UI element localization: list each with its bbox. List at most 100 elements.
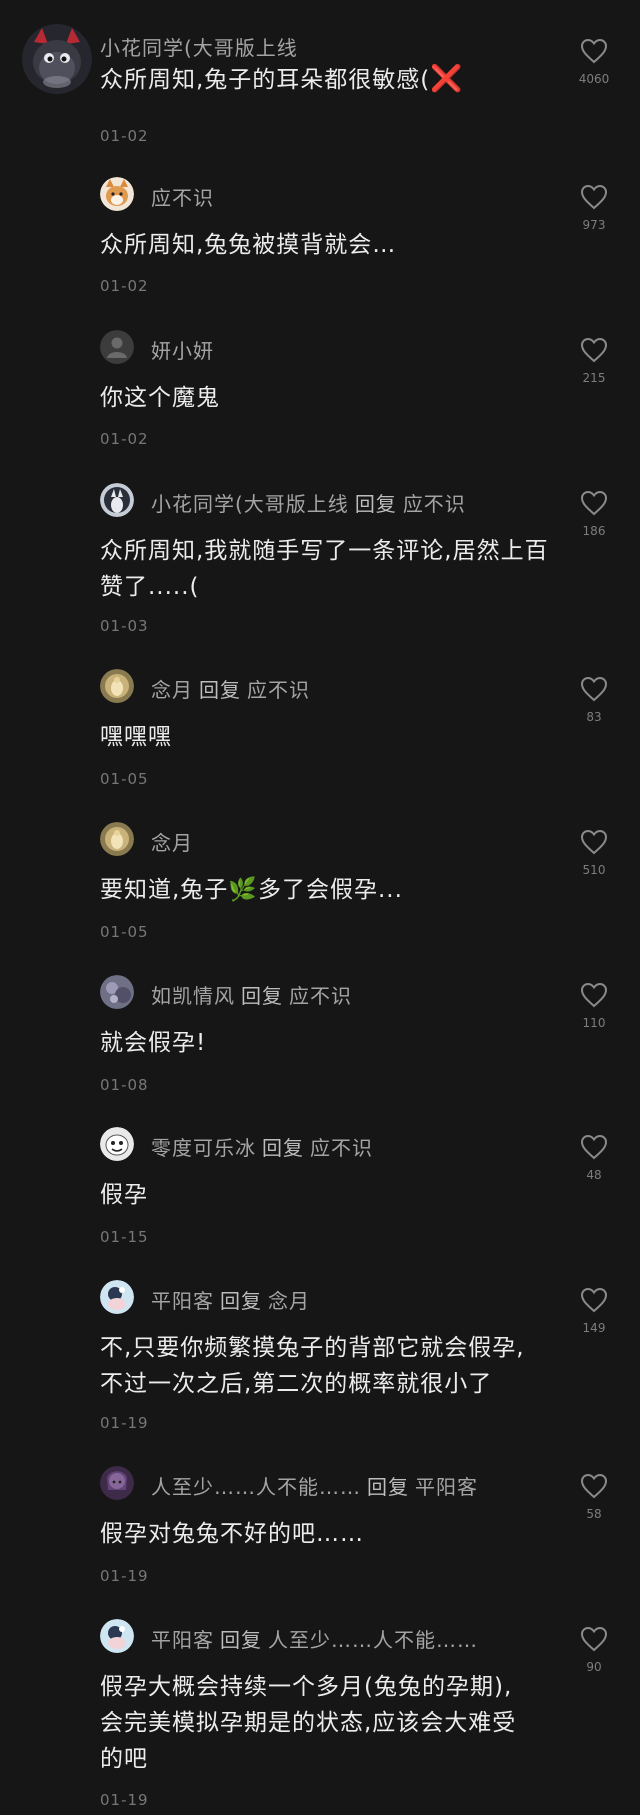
heart-outline-icon[interactable]	[580, 982, 608, 1008]
avatar[interactable]	[100, 1280, 134, 1314]
comment-text: 你这个魔鬼	[100, 385, 220, 411]
heart-outline-icon[interactable]	[580, 829, 608, 855]
reply-target[interactable]: 应不识	[310, 1136, 373, 1160]
like-count: 4060	[578, 72, 610, 86]
comment-item: 小花同学(大哥版上线 众所周知,兔子的耳朵都很敏感(❌ 01-02 4060	[0, 24, 640, 150]
reply-label: 回复	[199, 678, 241, 702]
heart-outline-icon[interactable]	[580, 337, 608, 363]
herb-emoji: 🌿	[228, 877, 258, 903]
like-count: 90	[586, 1660, 602, 1674]
avatar[interactable]	[100, 1619, 134, 1653]
reply-target[interactable]: 人至少……人不能……	[268, 1628, 478, 1652]
comment-item: 应不识 众所周知,兔兔被摸背就会… 01-02 973	[0, 177, 640, 307]
like-count: 58	[586, 1507, 602, 1521]
comment-text: 众所周知,我就随手写了一条评论,居然上百赞了.....(	[100, 538, 549, 600]
avatar[interactable]	[100, 330, 134, 364]
comment-author[interactable]: 念月	[151, 831, 193, 855]
comment-date: 01-19	[100, 1567, 149, 1585]
comment-author[interactable]: 平阳客	[151, 1289, 214, 1313]
reply-label: 回复	[220, 1628, 262, 1652]
comment-author-line: 平阳客 回复 人至少……人不能……	[151, 1624, 478, 1653]
like-count: 186	[582, 524, 606, 538]
like-button[interactable]: 48	[578, 1134, 610, 1182]
comment-item: 平阳客 回复 念月 不,只要你频繁摸兔子的背部它就会假孕, 不过一次之后,第二次的概…	[0, 1280, 640, 1450]
reply-label: 回复	[220, 1289, 262, 1313]
like-count: 510	[582, 863, 606, 877]
comment-date: 01-19	[100, 1414, 149, 1432]
comment-author-line: 念月	[151, 827, 193, 856]
comment-author[interactable]: 妍小妍	[151, 339, 214, 363]
comment-date: 01-19	[100, 1791, 149, 1809]
comment-author-line: 念月 回复 应不识	[151, 674, 310, 703]
comment-text: 假孕对兔兔不好的吧……	[100, 1521, 364, 1547]
comment-author-line: 平阳客 回复 念月	[151, 1285, 310, 1314]
comment-author[interactable]: 小花同学(大哥版上线	[151, 492, 349, 516]
like-button[interactable]: 83	[578, 676, 610, 724]
heart-outline-icon[interactable]	[580, 1626, 608, 1652]
reply-target[interactable]: 念月	[268, 1289, 310, 1313]
comment-author-line: 妍小妍	[151, 335, 214, 364]
avatar[interactable]	[100, 975, 134, 1009]
like-count: 83	[586, 710, 602, 724]
heart-outline-icon[interactable]	[580, 38, 608, 64]
avatar[interactable]	[22, 24, 92, 94]
heart-outline-icon[interactable]	[580, 1134, 608, 1160]
reply-label: 回复	[354, 492, 397, 516]
avatar[interactable]	[100, 1466, 134, 1500]
like-button[interactable]: 973	[578, 184, 610, 232]
comment-text: 不,只要你频繁摸兔子的背部它就会假孕, 不过一次之后,第二次的概率就很小了	[100, 1335, 525, 1397]
comment-date: 01-05	[100, 770, 149, 788]
like-button[interactable]: 186	[578, 490, 610, 538]
comment-text: 要知道,兔子🌿多了会假孕...	[100, 872, 560, 908]
comment-item: 念月 回复 应不识 嘿嘿嘿 01-05 83	[0, 669, 640, 799]
avatar[interactable]	[100, 483, 134, 517]
avatar[interactable]	[100, 669, 134, 703]
avatar[interactable]	[100, 177, 134, 211]
comment-item: 小花同学(大哥版上线 回复 应不识 众所周知,我就随手写了一条评论,居然上百赞了..…	[0, 483, 640, 643]
comment-text: 众所周知,兔子的耳朵都很敏感(❌	[100, 64, 464, 94]
comment-author-line: 零度可乐冰 回复 应不识	[151, 1132, 373, 1161]
comment-author-line: 如凯情风 回复 应不识	[151, 980, 352, 1009]
like-button[interactable]: 510	[578, 829, 610, 877]
comment-date: 01-02	[100, 127, 149, 145]
like-count: 973	[582, 218, 606, 232]
comment-author[interactable]: 人至少……人不能……	[151, 1475, 361, 1499]
comment-item: 如凯情风 回复 应不识 就会假孕! 01-08 110	[0, 975, 640, 1105]
reply-label: 回复	[241, 984, 283, 1008]
like-button[interactable]: 4060	[578, 38, 610, 86]
comment-text: 假孕大概会持续一个多月(兔兔的孕期), 会完美模拟孕期是的状态,应该会大难受 的…	[100, 1674, 517, 1772]
heart-outline-icon[interactable]	[580, 1473, 608, 1499]
reply-target[interactable]: 应不识	[247, 678, 310, 702]
comment-date: 01-03	[100, 617, 149, 635]
like-button[interactable]: 110	[578, 982, 610, 1030]
heart-outline-icon[interactable]	[580, 1287, 608, 1313]
comment-author[interactable]: 平阳客	[151, 1628, 214, 1652]
avatar[interactable]	[100, 1127, 134, 1161]
comment-author[interactable]: 应不识	[151, 186, 214, 210]
comment-date: 01-02	[100, 277, 149, 295]
like-button[interactable]: 58	[578, 1473, 610, 1521]
comment-date: 01-08	[100, 1076, 149, 1094]
like-count: 215	[582, 371, 606, 385]
comment-author[interactable]: 念月	[151, 678, 193, 702]
comment-date: 01-02	[100, 430, 149, 448]
comment-author-line: 小花同学(大哥版上线 回复 应不识	[151, 488, 466, 517]
like-button[interactable]: 90	[578, 1626, 610, 1674]
comment-author[interactable]: 如凯情风	[151, 984, 235, 1008]
comment-author-line: 应不识	[151, 182, 214, 211]
reply-target[interactable]: 平阳客	[415, 1475, 478, 1499]
reply-target[interactable]: 应不识	[403, 492, 466, 516]
heart-outline-icon[interactable]	[580, 676, 608, 702]
avatar[interactable]	[100, 822, 134, 856]
heart-outline-icon[interactable]	[580, 490, 608, 516]
comment-author[interactable]: 零度可乐冰	[151, 1136, 256, 1160]
comment-author[interactable]: 小花同学(大哥版上线	[100, 36, 298, 60]
reply-target[interactable]: 应不识	[289, 984, 352, 1008]
heart-outline-icon[interactable]	[580, 184, 608, 210]
comment-author-line: 人至少……人不能…… 回复 平阳客	[151, 1471, 478, 1500]
like-button[interactable]: 215	[578, 337, 610, 385]
reply-label: 回复	[262, 1136, 304, 1160]
like-button[interactable]: 149	[578, 1287, 610, 1335]
comment-item: 妍小妍 你这个魔鬼 01-02 215	[0, 330, 640, 460]
comment-text: 众所周知,兔兔被摸背就会…	[100, 232, 397, 258]
